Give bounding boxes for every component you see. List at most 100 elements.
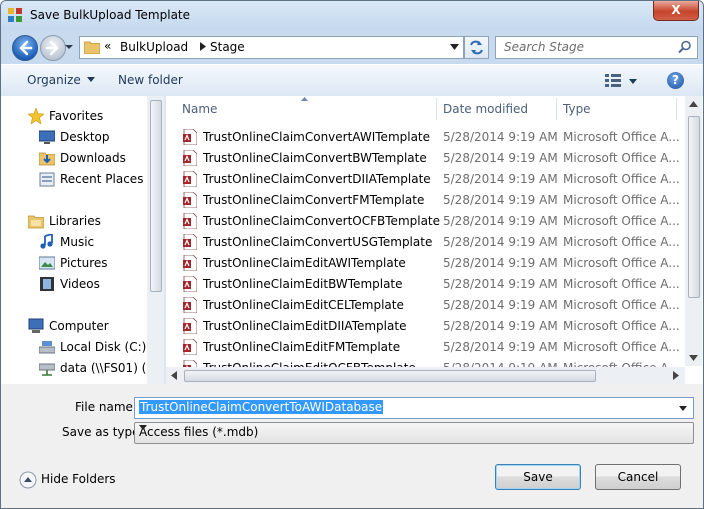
file-name: TrustOnlineClaimConvertDIIATemplate [203,172,431,186]
window-title: Save BulkUpload Template [30,8,191,22]
nav-downloads[interactable]: Downloads [60,151,126,165]
file-row[interactable]: TrustOnlineClaimEditCELTemplate 5/28/2014… [166,295,686,316]
file-date: 5/28/2014 9:19 AM [443,298,558,312]
desktop-icon [39,130,55,144]
file-date: 5/28/2014 9:19 AM [443,151,558,165]
file-date: 5/28/2014 9:19 AM [443,172,558,186]
scroll-down-icon[interactable] [689,355,698,361]
file-row[interactable]: TrustOnlineClaimConvertOCFBTemplate 5/28/… [166,211,686,232]
arrow-left-icon [19,40,33,56]
file-type: Microsoft Office A... [563,193,680,207]
music-icon [40,234,53,249]
views-caret-icon[interactable] [629,79,637,84]
breadcrumb-arrow-icon[interactable] [199,42,207,51]
forward-button[interactable] [40,35,66,61]
save-as-type-select[interactable]: Access files (*.mdb) [134,422,694,444]
file-name: TrustOnlineClaimConvertOCFBTemplate [203,214,441,228]
save-as-type-dropdown-icon[interactable] [139,425,147,430]
file-list-vertical-scrollbar[interactable] [685,96,702,366]
file-row[interactable]: TrustOnlineClaimConvertAWITemplate 5/28/2… [166,127,686,148]
file-row[interactable]: TrustOnlineClaimEditFMTemplate 5/28/2014 … [166,337,686,358]
scroll-right-icon[interactable] [673,371,679,380]
close-button[interactable]: X [653,1,699,21]
file-date: 5/28/2014 9:19 AM [443,256,558,270]
nav-recent-places[interactable]: Recent Places [60,172,143,186]
access-file-icon [183,150,197,166]
file-name: TrustOnlineClaimConvertAWITemplate [203,130,431,144]
cancel-button[interactable]: Cancel [595,464,681,490]
help-icon[interactable]: ? [667,72,684,89]
breadcrumb-stage[interactable]: Stage [210,40,245,54]
file-name-dropdown-icon[interactable] [679,406,687,411]
address-bar[interactable]: « BulkUpload Stage [79,36,464,59]
save-button[interactable]: Save [495,464,581,490]
nav-computer[interactable]: Computer [49,319,109,333]
file-type: Microsoft Office A... [563,298,680,312]
favorites-star-icon [28,108,44,124]
nav-pane-scrollbar[interactable] [147,96,164,384]
file-row[interactable]: TrustOnlineClaimEditBWTemplate 5/28/2014 … [166,274,686,295]
file-row[interactable]: TrustOnlineClaimConvertDIIATemplate 5/28/… [166,169,686,190]
file-type: Microsoft Office A... [563,235,680,249]
file-type: Microsoft Office A... [563,340,680,354]
file-type: Microsoft Office A... [563,277,680,291]
back-button[interactable] [12,35,38,61]
nav-pictures[interactable]: Pictures [60,256,108,270]
column-header-date[interactable]: Date modified [443,96,528,122]
file-name-value[interactable]: TrustOnlineClaimConvertToAWIDatabase [139,400,384,414]
file-date: 5/28/2014 9:19 AM [443,340,558,354]
file-list-horizontal-scrollbar[interactable] [166,367,685,384]
scroll-up-icon[interactable] [689,101,698,107]
search-placeholder: Search Stage [504,40,584,54]
access-file-icon [183,213,197,229]
nav-videos[interactable]: Videos [60,277,100,291]
nav-libraries[interactable]: Libraries [49,214,101,228]
network-drive-icon [39,363,55,376]
file-type: Microsoft Office A... [563,130,680,144]
refresh-icon [470,40,483,55]
breadcrumb-overflow-icon[interactable]: « [104,39,111,53]
downloads-icon [39,152,55,166]
views-icon[interactable] [605,74,621,87]
file-type: Microsoft Office A... [563,256,680,270]
hide-folders-button[interactable]: Hide Folders [41,472,116,486]
save-dialog: Save BulkUpload Template X « BulkUpload … [0,0,704,509]
nav-desktop[interactable]: Desktop [60,130,110,144]
file-name: TrustOnlineClaimEditCELTemplate [203,298,404,312]
file-row[interactable]: TrustOnlineClaimEditAWITemplate 5/28/2014… [166,253,686,274]
refresh-button[interactable] [464,36,489,59]
column-header-type[interactable]: Type [563,96,591,122]
file-type: Microsoft Office A... [563,319,680,333]
organize-button[interactable]: Organize [27,73,95,87]
file-row[interactable]: TrustOnlineClaimEditDIIATemplate 5/28/201… [166,316,686,337]
breadcrumb-bulkupload[interactable]: BulkUpload [120,40,188,54]
file-name: TrustOnlineClaimEditAWITemplate [203,256,406,270]
search-icon[interactable] [678,40,692,54]
access-file-icon [183,297,197,313]
nav-music[interactable]: Music [60,235,94,249]
nav-scrollbar-thumb[interactable] [150,100,162,292]
search-box[interactable]: Search Stage [495,36,698,59]
column-divider[interactable] [436,98,437,120]
hide-folders-icon[interactable] [19,471,37,489]
horizontal-scrollbar-thumb[interactable] [184,370,596,382]
column-divider[interactable] [676,98,677,120]
recent-pages-chevron-icon[interactable] [65,43,73,51]
access-file-icon [183,339,197,355]
file-type: Microsoft Office A... [563,214,680,228]
file-name-field[interactable]: TrustOnlineClaimConvertToAWIDatabase [134,397,694,419]
nav-local-disk[interactable]: Local Disk (C:) [60,340,146,354]
sort-ascending-icon [301,97,308,101]
local-disk-icon [39,341,55,354]
nav-favorites[interactable]: Favorites [49,109,103,123]
vertical-scrollbar-thumb[interactable] [688,116,700,298]
file-row[interactable]: TrustOnlineClaimConvertBWTemplate 5/28/20… [166,148,686,169]
scroll-left-icon[interactable] [171,371,177,380]
column-header-name[interactable]: Name [182,96,217,122]
nav-network-drive[interactable]: data (\\FS01) (G: [60,361,160,375]
file-row[interactable]: TrustOnlineClaimConvertUSGTemplate 5/28/2… [166,232,686,253]
new-folder-button[interactable]: New folder [118,73,183,87]
column-divider[interactable] [556,98,557,120]
file-row[interactable]: TrustOnlineClaimConvertFMTemplate 5/28/20… [166,190,686,211]
address-dropdown-icon[interactable] [450,44,459,50]
